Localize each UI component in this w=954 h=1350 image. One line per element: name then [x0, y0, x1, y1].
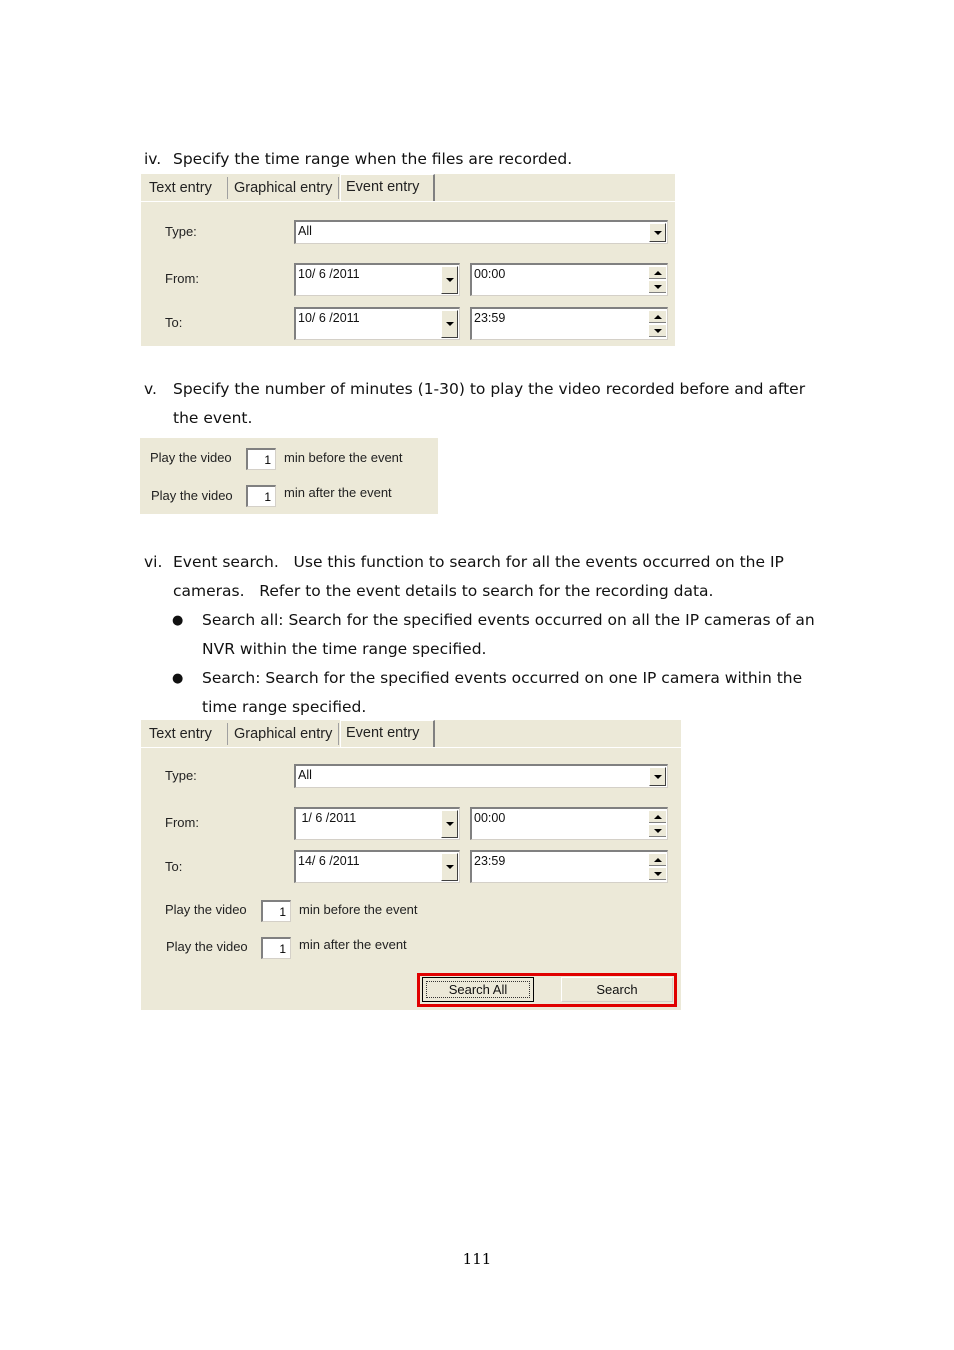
arrow-down-icon [653, 828, 662, 833]
arrow-down-icon [653, 871, 662, 876]
bullet-icon: ● [172, 613, 184, 628]
step-number: vi. [144, 553, 163, 571]
page-number: 111 [462, 1250, 492, 1268]
bullet-search-line2: time range specified. [202, 698, 367, 716]
step-text-line1: Specify the number of minutes (1-30) to … [173, 380, 806, 398]
to-date-dropdown-button[interactable] [441, 853, 458, 881]
step-number: iv. [144, 150, 162, 168]
bullet-icon: ● [172, 671, 184, 686]
type-select[interactable]: All [294, 764, 668, 788]
to-date-dropdown-button[interactable] [441, 310, 458, 338]
event-entry-panel-1: Text entry Graphical entry Event entry T… [141, 174, 675, 346]
step-vi: vi. Event search. Use this function to s… [144, 548, 854, 722]
arrow-down-icon [653, 284, 662, 289]
from-time-spinner[interactable]: 00:00 [470, 263, 668, 296]
to-date-picker[interactable]: 14/ 6 /2011 [294, 850, 460, 883]
after-suffix-label: min after the event [284, 485, 392, 500]
search-button[interactable]: Search [561, 977, 673, 1002]
arrow-down-icon [653, 328, 662, 333]
before-suffix-label: min before the event [299, 902, 418, 917]
arrow-up-icon [653, 814, 662, 819]
from-date-dropdown-button[interactable] [441, 266, 458, 294]
step-text-line2: the event. [173, 409, 253, 427]
type-label: Type: [165, 224, 197, 239]
tab-graphical-entry[interactable]: Graphical entry [229, 177, 339, 199]
tab-event-entry[interactable]: Event entry [340, 174, 435, 201]
from-label: From: [165, 815, 199, 830]
spin-up-button[interactable] [649, 310, 666, 323]
chevron-down-icon [445, 822, 454, 826]
spin-up-button[interactable] [649, 266, 666, 279]
spin-down-button[interactable] [649, 280, 666, 293]
tab-text-entry[interactable]: Text entry [144, 723, 228, 745]
before-suffix-label: min before the event [284, 450, 403, 465]
play-after-label: Play the video [166, 939, 248, 954]
to-label: To: [165, 315, 183, 330]
search-all-button[interactable]: Search All [422, 977, 534, 1002]
type-label: Type: [165, 768, 197, 783]
play-before-label: Play the video [150, 450, 232, 465]
step-iv: iv. Specify the time range when the file… [144, 145, 844, 174]
bullet-search-all-line2: NVR within the time range specified. [202, 640, 487, 658]
minutes-after-input[interactable]: 1 [261, 937, 291, 959]
chevron-down-icon [653, 774, 662, 779]
arrow-up-icon [653, 857, 662, 862]
chevron-down-icon [445, 322, 454, 326]
spin-up-button[interactable] [649, 853, 666, 866]
to-time-spinner[interactable]: 23:59 [470, 850, 668, 883]
play-before-label: Play the video [165, 902, 247, 917]
type-dropdown-button[interactable] [649, 223, 666, 242]
to-time-spinner[interactable]: 23:59 [470, 307, 668, 340]
chevron-down-icon [653, 230, 662, 235]
from-date-dropdown-button[interactable] [441, 810, 458, 838]
minutes-before-input[interactable]: 1 [261, 900, 291, 922]
tab-graphical-entry[interactable]: Graphical entry [229, 723, 339, 745]
spin-down-button[interactable] [649, 324, 666, 337]
arrow-up-icon [653, 270, 662, 275]
minutes-panel: Play the video 1 min before the event Pl… [140, 438, 438, 514]
after-suffix-label: min after the event [299, 937, 407, 952]
arrow-up-icon [653, 314, 662, 319]
from-date-picker[interactable]: 1/ 6 /2011 [294, 807, 460, 840]
from-label: From: [165, 271, 199, 286]
from-date-picker[interactable]: 10/ 6 /2011 [294, 263, 460, 296]
type-dropdown-button[interactable] [649, 767, 666, 786]
step-number: v. [144, 380, 157, 398]
to-date-picker[interactable]: 10/ 6 /2011 [294, 307, 460, 340]
play-after-label: Play the video [151, 488, 233, 503]
chevron-down-icon [445, 278, 454, 282]
tab-strip: Text entry Graphical entry Event entry [141, 174, 675, 202]
minutes-before-input[interactable]: 1 [246, 448, 276, 470]
chevron-down-icon [445, 865, 454, 869]
tab-strip: Text entry Graphical entry Event entry [141, 720, 681, 748]
tab-event-entry[interactable]: Event entry [340, 720, 435, 747]
from-time-spinner[interactable]: 00:00 [470, 807, 668, 840]
step-text-line2: cameras. Refer to the event details to s… [173, 582, 714, 600]
spin-down-button[interactable] [649, 824, 666, 837]
spin-up-button[interactable] [649, 810, 666, 823]
step-text-line1: Event search. Use this function to searc… [173, 553, 784, 571]
bullet-search-all-line1: Search all: Search for the specified eve… [202, 611, 815, 629]
type-select[interactable]: All [294, 220, 668, 244]
minutes-after-input[interactable]: 1 [246, 485, 276, 507]
spin-down-button[interactable] [649, 867, 666, 880]
step-v: v. Specify the number of minutes (1-30) … [144, 375, 844, 433]
to-label: To: [165, 859, 183, 874]
step-text: Specify the time range when the files ar… [173, 150, 573, 168]
tab-text-entry[interactable]: Text entry [144, 177, 228, 199]
bullet-search-line1: Search: Search for the specified events … [202, 669, 803, 687]
event-entry-panel-2: Text entry Graphical entry Event entry T… [141, 720, 681, 1010]
